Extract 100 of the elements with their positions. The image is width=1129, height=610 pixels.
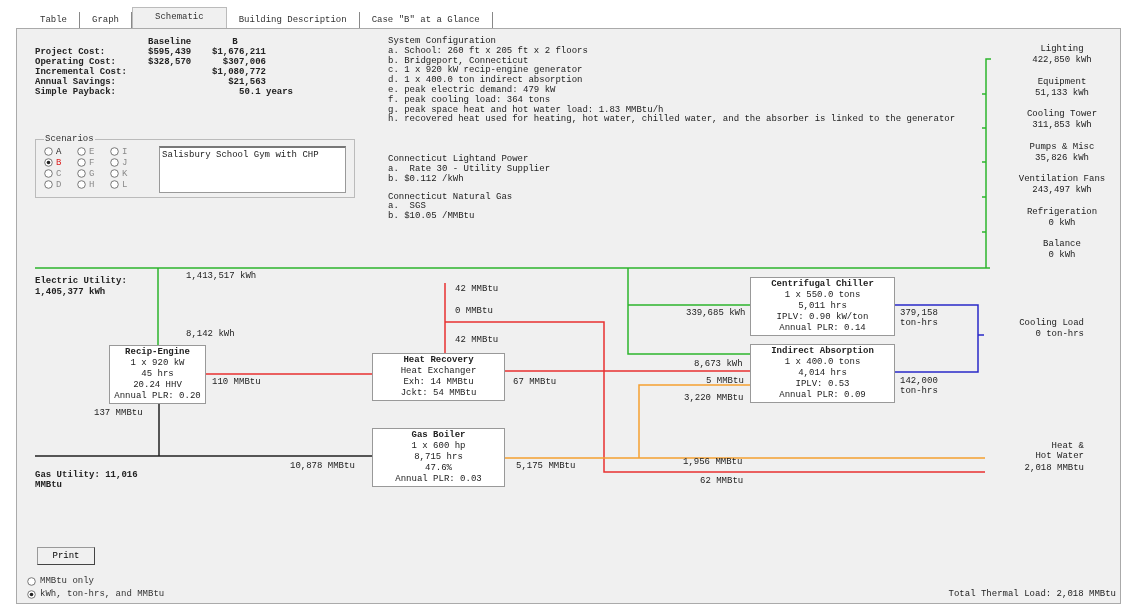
section-title: System Configuration — [388, 37, 498, 46]
equipment-detail: Annual PLR: 0.09 — [779, 390, 866, 401]
end-use-value: 243,497 kWh — [1032, 185, 1092, 196]
end-use-value: 422,850 kWh — [1032, 55, 1092, 66]
end-use-value: 311,853 kWh — [1032, 120, 1092, 131]
equipment-detail: IPLV: 0.90 kW/ton — [776, 312, 869, 323]
flow-value: 3,220 MMBtu — [684, 393, 744, 403]
equipment-title: Gas Boiler — [411, 430, 466, 441]
info-line: b. $10.05 /MMBtu — [388, 212, 476, 222]
flow-value: 339,685 kWh — [686, 308, 746, 318]
group-title: Scenarios — [44, 134, 95, 144]
flow-value: 8,673 kWh — [694, 359, 743, 369]
radio-label[interactable]: B — [56, 157, 62, 168]
cost-label: Project Cost: — [35, 47, 107, 57]
flow-value: 5 MMBtu — [706, 376, 744, 386]
equipment-detail: Annual PLR: 0.20 — [114, 391, 201, 402]
flow-value: 42 MMBtu — [455, 284, 499, 294]
end-use-name: Lighting — [1040, 44, 1084, 55]
total-thermal-load: Total Thermal Load: 2,018 MMBtu — [948, 589, 1116, 599]
end-use-value: 35,826 kWh — [1035, 152, 1089, 164]
radio-label[interactable]: kWh, ton-hrs, and MMBtu — [40, 589, 165, 599]
info-line: g. peak space heat and hot water load: 1.83 MMBtu/h — [388, 105, 664, 115]
utility-value: 1,405,377 kWh — [35, 287, 106, 297]
end-use-name: Balance — [1043, 239, 1081, 250]
flow-value: 137 MMBtu — [94, 408, 143, 418]
description-field[interactable]: Salisbury School Gym with CHP — [159, 146, 346, 193]
equipment-title: Heat Recovery — [403, 355, 474, 366]
equipment-detail: 1 x 920 kW — [130, 358, 185, 369]
utility-label: Electric Utility: — [35, 276, 127, 286]
end-use-value: 0 kWh — [1048, 250, 1076, 261]
cost-value: 50.1 years — [238, 87, 293, 97]
print-button[interactable]: Print — [37, 547, 95, 565]
end-use-name: Pumps & Misc — [1029, 141, 1095, 153]
radio-button[interactable] — [27, 589, 36, 599]
tab[interactable]: Schematic — [132, 7, 227, 28]
section-title: Connecticut Natural Gas — [388, 192, 514, 202]
equipment-detail: 20.24 HHV — [133, 380, 182, 391]
section-title: Connecticut Lightand Power — [388, 155, 529, 165]
cost-value: $595,439 — [148, 47, 193, 57]
equipment-detail: 1 x 400.0 tons — [784, 357, 861, 368]
info-line: b. $0.112 /kWh — [388, 174, 465, 185]
info-line: e. peak electric demand: 479 kW — [388, 86, 556, 95]
equipment-detail: 1 x 600 hp — [411, 441, 466, 452]
equipment-detail: 8,715 hrs — [414, 452, 463, 463]
radio-button[interactable] — [44, 158, 53, 167]
end-load-name: Heat & Hot Water — [1034, 441, 1084, 461]
flow-value: 5,175 MMBtu — [516, 461, 576, 471]
info-line: a. SGS — [388, 202, 426, 212]
equipment-title: Recip-Engine — [125, 347, 190, 358]
end-use-value: 51,133 kWh — [1035, 87, 1089, 99]
end-load-value: 2,018 MMBtu — [1023, 463, 1084, 473]
end-use-name: Equipment — [1037, 76, 1087, 88]
cost-label: Incremental Cost: — [35, 67, 128, 77]
end-use-name: Cooling Tower — [1026, 109, 1098, 120]
flow-value: 379,158 ton-hrs — [900, 308, 939, 328]
equipment-detail: Annual PLR: 0.14 — [779, 323, 866, 334]
info-line: b. Bridgeport, Connecticut — [388, 56, 530, 66]
equipment-detail: 4,014 hrs — [798, 368, 847, 379]
end-use-name: Ventilation Fans — [1018, 174, 1106, 185]
cost-label: Operating Cost: — [35, 57, 117, 67]
flow-value: 10,878 MMBtu — [290, 461, 355, 471]
info-line: a. Rate 30 - Utility Supplier — [388, 164, 552, 174]
info-line: f. peak cooling load: 364 tons — [388, 95, 552, 105]
info-line: h. recovered heat used for heating, hot water, chilled water, and the absorber is linked to the generator — [388, 115, 956, 126]
flow-value: 8,142 kWh — [186, 329, 235, 339]
cost-value: $328,570 — [148, 57, 193, 67]
equipment-detail: 45 hrs — [141, 369, 174, 380]
equipment-detail: 1 x 550.0 tons — [784, 290, 861, 301]
info-line: a. School: 260 ft x 205 ft x 2 floors — [388, 46, 589, 56]
radio-label[interactable]: MMBtu only — [40, 576, 94, 586]
equipment-detail: 47.6% — [425, 463, 452, 474]
cost-value: $307,006 — [221, 57, 266, 67]
equipment-title: Centrifugal Chiller — [771, 279, 874, 290]
equipment-detail: IPLV: 0.53 — [795, 379, 850, 390]
cost-value: $1,676,211 — [211, 47, 266, 57]
radio-label[interactable]: A — [56, 146, 62, 157]
end-use-value: 0 kWh — [1048, 217, 1076, 229]
flow-value: 0 MMBtu — [455, 306, 493, 316]
equipment-title: Indirect Absorption — [771, 346, 874, 357]
end-use-name: Refrigeration — [1026, 206, 1098, 218]
equipment-detail: 5,011 hrs — [798, 301, 847, 312]
flow-value: 62 MMBtu — [700, 476, 744, 486]
info-line: d. 1 x 400.0 ton indirect absorption — [388, 76, 584, 86]
flow-value: 142,000 ton-hrs — [900, 376, 939, 396]
radio-button[interactable] — [44, 147, 53, 156]
equipment-detail: Annual PLR: 0.03 — [395, 474, 482, 485]
utility-label: Gas Utility: 11,016 MMBtu — [35, 470, 139, 490]
flow-value: 42 MMBtu — [455, 335, 499, 345]
column-header: B — [231, 37, 239, 47]
cost-value: $21,563 — [227, 77, 266, 87]
flow-value: 110 MMBtu — [212, 377, 261, 387]
equipment-detail: Jckt: 54 MMBtu — [400, 388, 477, 399]
flow-value: 67 MMBtu — [513, 377, 557, 387]
radio-button[interactable] — [27, 576, 36, 586]
cost-label: Annual Savings: — [35, 77, 117, 87]
flow-value: 1,956 MMBtu — [683, 457, 743, 467]
equipment-detail: Exh: 14 MMBtu — [403, 377, 474, 388]
equipment-detail: Heat Exchanger — [400, 366, 477, 377]
cost-value: $1,080,772 — [211, 67, 266, 77]
cost-label: Simple Payback: — [35, 87, 117, 97]
